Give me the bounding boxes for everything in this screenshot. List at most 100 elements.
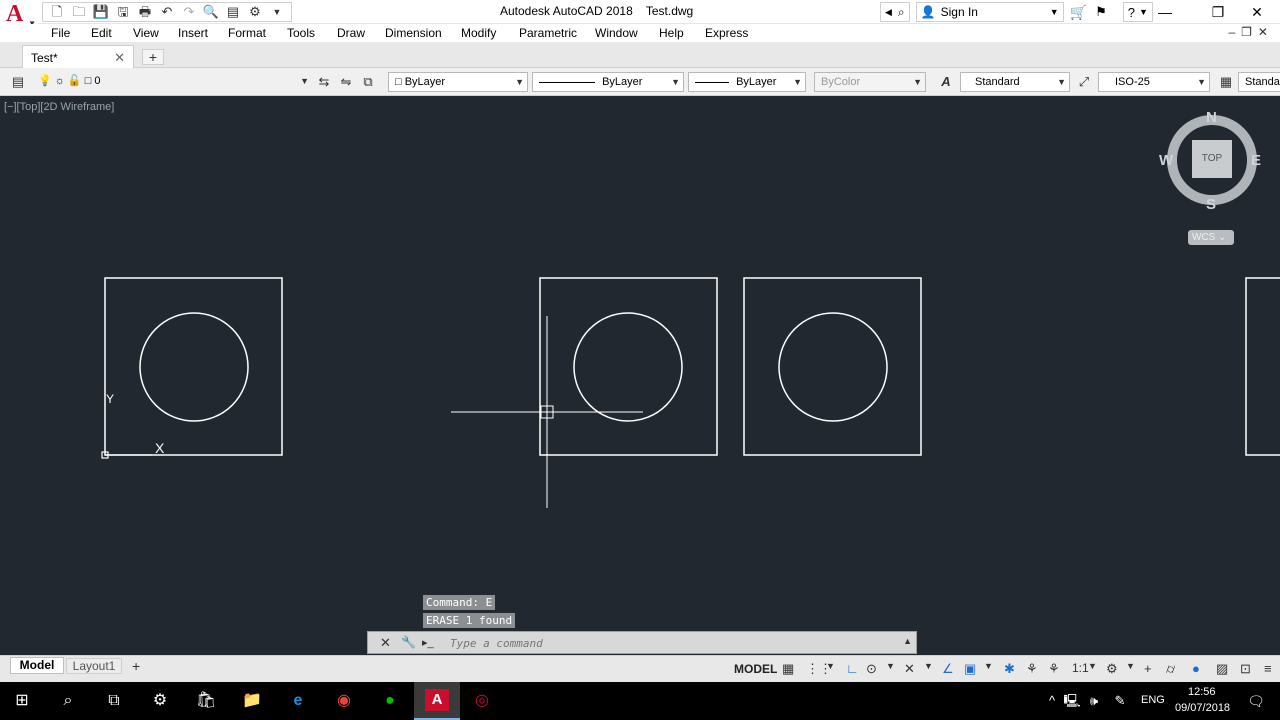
annotation-scale-value[interactable]: 1:1 (1072, 661, 1089, 675)
autodesk-app-manager-icon[interactable]: ◎ (470, 689, 494, 713)
workspace-icon[interactable]: ⚙ (244, 3, 266, 21)
annotation-scale-icon[interactable]: ⚘ (1048, 661, 1060, 677)
compass-east[interactable]: E (1251, 152, 1261, 169)
tab-test-dwg[interactable]: Test* ✕ (22, 45, 134, 68)
clean-screen-icon[interactable]: ⊡ (1240, 661, 1251, 677)
layer-combo[interactable]: 💡 ☼ 🔓 □ 0 ▼ (32, 72, 312, 92)
open-folder-icon[interactable]: 🗀 (68, 3, 90, 21)
grid-icon[interactable]: ▦ (782, 661, 794, 677)
tab-layout1[interactable]: Layout1 (66, 658, 122, 674)
circle-1[interactable] (139, 312, 249, 422)
store-icon[interactable]: 🛍 (194, 689, 218, 713)
text-style-icon[interactable]: A (938, 74, 954, 90)
plot-icon[interactable]: 🖶 (134, 3, 156, 21)
table-style-icon[interactable]: ▦ (1218, 74, 1234, 90)
new-file-icon[interactable]: 🗋 (46, 3, 68, 21)
plotstyle-combo[interactable]: ByColor ▼ (814, 72, 926, 92)
menu-express[interactable]: Express (705, 26, 748, 40)
units-icon[interactable]: ⌭ (1166, 661, 1175, 677)
action-center-icon[interactable]: 🗨 (1244, 689, 1268, 713)
redo-icon[interactable]: ↷ (178, 3, 200, 21)
minimize-button[interactable]: — (1142, 0, 1188, 24)
menu-window[interactable]: Window (595, 26, 638, 40)
menu-file[interactable]: File (51, 26, 70, 40)
save-icon[interactable]: 💾 (90, 3, 112, 21)
new-tab-button[interactable]: + (142, 49, 164, 65)
clock-date[interactable]: 09/07/2018 (1175, 702, 1230, 714)
annotation-visibility-icon[interactable]: ✱ (1004, 661, 1015, 677)
line-app-icon[interactable]: ● (378, 689, 402, 713)
language-indicator[interactable]: ENG (1141, 694, 1165, 706)
menu-modify[interactable]: Modify (461, 26, 496, 40)
windows-start-icon[interactable]: ⊞ (10, 689, 34, 713)
menu-parametric[interactable]: Parametric (519, 26, 577, 40)
dimension-style-icon[interactable]: ⤢ (1076, 74, 1092, 90)
file-explorer-icon[interactable]: 📁 (240, 689, 264, 713)
cart-icon[interactable]: 🛒 (1070, 4, 1087, 21)
viewcube[interactable]: N S E W TOP (1156, 108, 1268, 213)
command-input[interactable] (448, 634, 888, 652)
model-space-toggle[interactable]: MODEL (734, 662, 777, 676)
model-space-drawing[interactable]: Y X (0, 96, 1280, 655)
menu-edit[interactable]: Edit (91, 26, 112, 40)
menu-tools[interactable]: Tools (287, 26, 315, 40)
close-icon[interactable]: ✕ (380, 635, 391, 651)
color-combo[interactable]: □ ByLayer ▼ (388, 72, 528, 92)
wcs-menu[interactable]: WCS ⌄ (1188, 230, 1234, 245)
menu-dimension[interactable]: Dimension (385, 26, 442, 40)
undo-icon[interactable]: ↶ (156, 3, 178, 21)
customization-icon[interactable]: ≡ (1264, 661, 1272, 676)
auto-scale-icon[interactable]: ⚘ (1026, 661, 1038, 677)
chevron-down-icon[interactable]: ▼ (1126, 661, 1135, 671)
layer-properties-icon[interactable]: ▤ (10, 74, 26, 90)
close-tab-icon[interactable]: ✕ (114, 50, 125, 66)
save-as-icon[interactable]: 🖫 (112, 3, 134, 21)
command-history-toggle-icon[interactable]: ▲ (903, 636, 912, 646)
object-snap-tracking-icon[interactable]: ∠ (942, 661, 954, 677)
add-layout-button[interactable]: + (132, 658, 140, 674)
square-4-partial[interactable] (1245, 277, 1280, 456)
settings-app-icon[interactable]: ⚙ (148, 689, 172, 713)
lineweight-combo[interactable]: ByLayer ▼ (688, 72, 806, 92)
command-prompt-icon[interactable]: ▸_ (422, 636, 434, 649)
chevron-down-icon[interactable]: ▼ (984, 661, 993, 671)
square-1[interactable] (104, 277, 283, 456)
compass-west[interactable]: W (1159, 152, 1173, 169)
menu-help[interactable]: Help (659, 26, 684, 40)
viewcube-top-face[interactable]: TOP (1192, 140, 1232, 178)
text-style-combo[interactable]: Standard ▼ (960, 72, 1070, 92)
autodesk-app-icon[interactable]: ⚑ (1095, 4, 1107, 20)
ortho-icon[interactable]: ∟ (846, 661, 859, 676)
compass-north[interactable]: N (1206, 109, 1217, 126)
circle-2[interactable] (573, 312, 683, 422)
hardware-acceleration-icon[interactable]: ▨ (1216, 661, 1228, 677)
square-3[interactable] (743, 277, 922, 456)
chevron-down-icon[interactable]: ▼ (924, 661, 933, 671)
volume-icon[interactable]: 🕪 (1082, 689, 1106, 713)
drawing-area[interactable]: [−][Top][2D Wireframe] Y X N S E W TOP W… (0, 96, 1280, 655)
properties-icon[interactable]: ▤ (222, 3, 244, 21)
workspace-switch-icon[interactable]: ⚙ (1106, 661, 1118, 677)
layer-previous-icon[interactable]: ⧉ (360, 74, 376, 90)
chevron-down-icon[interactable]: ▼ (886, 661, 895, 671)
square-2[interactable] (539, 277, 718, 456)
circle-3[interactable] (778, 312, 888, 422)
customize-qat-icon[interactable]: ▼ (266, 3, 288, 21)
document-window-controls[interactable]: –❐✕ (1229, 25, 1275, 39)
autocad-taskbar-active[interactable]: A (414, 682, 460, 720)
menu-format[interactable]: Format (228, 26, 266, 40)
linetype-combo[interactable]: ByLayer ▼ (532, 72, 684, 92)
compass-south[interactable]: S (1206, 196, 1216, 213)
edge-browser-icon[interactable]: e (286, 689, 310, 713)
annotation-monitor-icon[interactable]: + (1144, 661, 1152, 676)
wrench-icon[interactable]: 🔧 (401, 635, 416, 649)
pen-icon[interactable]: ✎ (1108, 689, 1132, 713)
polar-tracking-icon[interactable]: ⊙ (866, 661, 877, 677)
sign-in-button[interactable]: 👤 Sign In ▼ (915, 2, 1064, 22)
isolate-objects-icon[interactable]: ● (1192, 661, 1200, 676)
dimension-style-combo[interactable]: ISO-25 ▼ (1098, 72, 1210, 92)
make-current-layer-icon[interactable]: ⇆ (316, 74, 332, 90)
chevron-down-icon[interactable]: ▼ (826, 661, 835, 671)
plot-preview-icon[interactable]: 🔍 (200, 3, 222, 21)
menu-insert[interactable]: Insert (178, 26, 208, 40)
